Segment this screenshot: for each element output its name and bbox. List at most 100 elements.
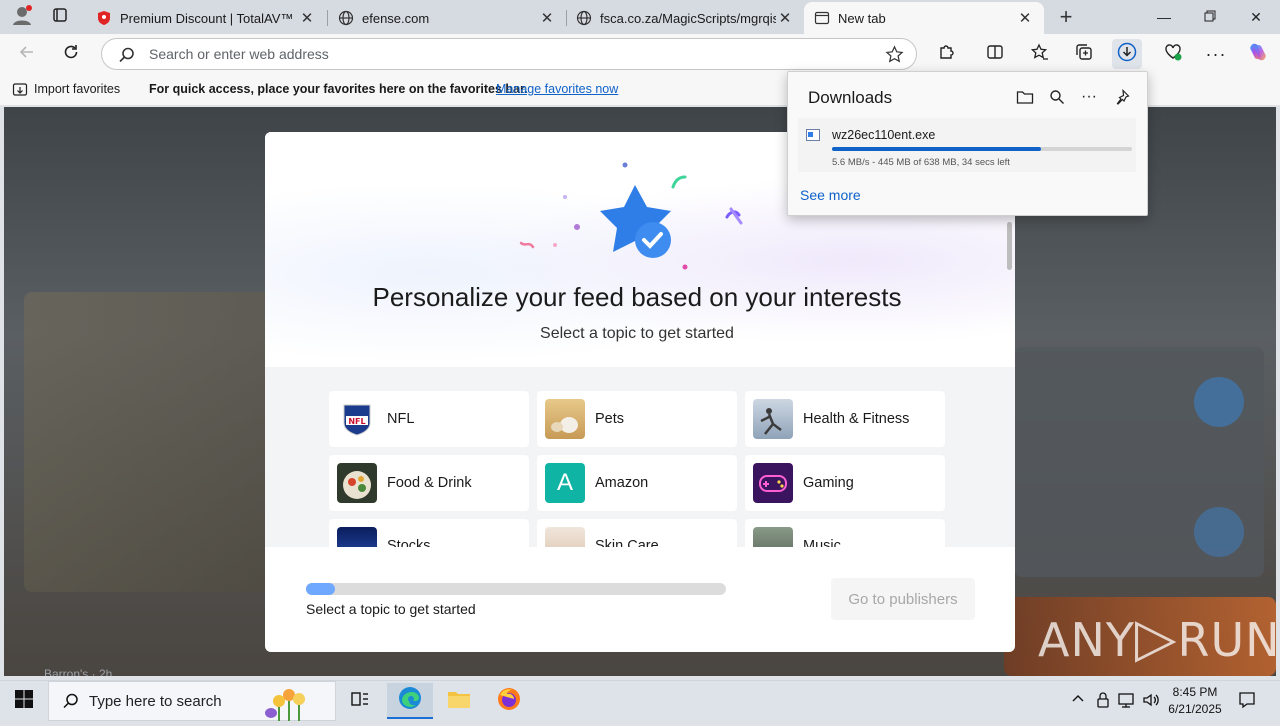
topic-pets[interactable]: Pets: [537, 391, 737, 447]
topic-label: Food & Drink: [387, 475, 472, 491]
puzzle-icon: [938, 43, 956, 66]
close-tab-icon[interactable]: ✕: [298, 9, 316, 27]
tab-fsca[interactable]: fsca.co.za/MagicScripts/mgrqispi.d ✕: [566, 2, 804, 34]
topic-amazon[interactable]: A Amazon: [537, 455, 737, 511]
browser-essentials-button[interactable]: [1158, 39, 1188, 69]
topic-health-fitness[interactable]: Health & Fitness: [745, 391, 945, 447]
close-tab-icon[interactable]: ✕: [776, 9, 794, 27]
open-folder-icon[interactable]: [1013, 86, 1037, 108]
tab-new-tab[interactable]: New tab ✕: [804, 2, 1044, 34]
search-icon: [62, 692, 80, 715]
tab-actions-icon: [52, 7, 68, 28]
selection-progress-bar: [306, 583, 726, 595]
profile-button[interactable]: [8, 4, 36, 30]
task-view-button[interactable]: [337, 683, 383, 719]
close-tab-icon[interactable]: ✕: [538, 9, 556, 27]
minimize-button[interactable]: —: [1141, 0, 1187, 34]
tab-totalav[interactable]: Premium Discount | TotalAV™ ✕: [86, 2, 326, 34]
favorites-button[interactable]: [1025, 39, 1055, 69]
plus-icon: +: [1059, 4, 1073, 29]
import-icon: [12, 82, 28, 101]
new-tab-page-icon: [814, 10, 830, 26]
taskbar-clock[interactable]: 8:45 PM 6/21/2025: [1166, 684, 1224, 718]
tab-title: efense.com: [362, 10, 430, 26]
ellipsis-icon: ···: [1205, 43, 1227, 64]
address-placeholder: Search or enter web address: [149, 46, 329, 62]
downloads-flyout: Downloads ··· wz26ec110ent.exe 5.6 MB/s …: [787, 71, 1148, 216]
start-button[interactable]: [1, 683, 47, 719]
tab-title: fsca.co.za/MagicScripts/mgrqispi.d: [600, 10, 776, 26]
back-button[interactable]: [12, 39, 42, 69]
close-tab-icon[interactable]: ✕: [1016, 9, 1034, 27]
vpn-icon[interactable]: [1095, 691, 1111, 714]
extensions-button[interactable]: [932, 39, 962, 69]
file-explorer-button[interactable]: [436, 683, 482, 719]
settings-more-button[interactable]: ···: [1201, 39, 1231, 69]
download-item[interactable]: wz26ec110ent.exe 5.6 MB/s - 445 MB of 63…: [798, 118, 1136, 172]
gaming-controller-icon: [753, 463, 793, 503]
tab-efense[interactable]: efense.com ✕: [328, 2, 566, 34]
copilot-button[interactable]: [1243, 39, 1273, 69]
download-progress-bar: [832, 147, 1132, 151]
new-tab-button[interactable]: +: [1054, 4, 1078, 30]
topic-nfl[interactable]: NFL NFL: [329, 391, 529, 447]
volume-icon[interactable]: [1142, 691, 1160, 714]
folder-icon: [447, 689, 471, 714]
close-window-button[interactable]: ✕: [1233, 0, 1279, 34]
download-progress-fill: [832, 147, 1042, 151]
restore-button[interactable]: [1187, 0, 1233, 34]
go-to-publishers-button[interactable]: Go to publishers: [831, 578, 975, 620]
topic-list: NFL NFL Pets Health & Fitness Food & Dri…: [329, 391, 949, 547]
topic-skin-care[interactable]: Skin Care: [537, 519, 737, 547]
more-options-icon[interactable]: ···: [1077, 86, 1101, 108]
import-favorites-link[interactable]: Import favorites: [34, 82, 120, 96]
downloads-button[interactable]: [1112, 39, 1142, 69]
task-view-icon: [351, 691, 369, 712]
watermark-logo: ANY▷RUN: [1038, 606, 1280, 669]
windows-taskbar: Type here to search 8:45 PM 6/21/2025: [0, 680, 1280, 721]
clock-date: 6/21/2025: [1168, 702, 1222, 716]
manage-favorites-link[interactable]: Manage favorites now: [496, 82, 618, 96]
firefox-icon: [496, 686, 522, 717]
skin-care-image: [545, 527, 585, 547]
browser-toolbar: Search or enter web address ···: [0, 34, 1280, 74]
music-image: [753, 527, 793, 547]
topic-label: Health & Fitness: [803, 411, 910, 427]
topic-label: Stocks: [387, 538, 431, 547]
shield-icon: [96, 10, 112, 26]
collections-button[interactable]: [1069, 39, 1099, 69]
notifications-icon[interactable]: [1238, 691, 1256, 714]
topic-stocks[interactable]: Stocks: [329, 519, 529, 547]
taskbar-search-box[interactable]: Type here to search: [48, 681, 336, 721]
pin-icon[interactable]: [1110, 86, 1134, 108]
see-more-link[interactable]: See more: [800, 187, 861, 203]
topic-food-drink[interactable]: Food & Drink: [329, 455, 529, 511]
pets-image: [545, 399, 585, 439]
selection-progress-label: Select a topic to get started: [306, 601, 476, 617]
chevron-up-icon[interactable]: [1071, 692, 1085, 711]
topic-music[interactable]: Music: [745, 519, 945, 547]
globe-icon: [338, 10, 354, 26]
background-icon: [1194, 377, 1244, 427]
background-icon: [1194, 507, 1244, 557]
search-downloads-icon[interactable]: [1045, 86, 1069, 108]
edge-taskbar-button[interactable]: [387, 683, 433, 719]
refresh-button[interactable]: [56, 39, 86, 69]
topic-label: Skin Care: [595, 538, 659, 547]
favorites-list-icon: [1030, 42, 1049, 66]
tab-actions-button[interactable]: [46, 6, 74, 28]
address-bar[interactable]: Search or enter web address: [101, 38, 917, 70]
network-icon[interactable]: [1117, 691, 1135, 714]
dialog-scrollbar[interactable]: [1007, 222, 1012, 270]
split-screen-icon: [986, 43, 1004, 66]
split-screen-button[interactable]: [980, 39, 1010, 69]
selection-progress-fill: [306, 583, 336, 595]
favorite-star-icon[interactable]: [885, 45, 904, 69]
topic-label: Music: [803, 538, 841, 547]
amazon-letter-icon: A: [545, 463, 585, 503]
firefox-button[interactable]: [486, 683, 532, 719]
topic-gaming[interactable]: Gaming: [745, 455, 945, 511]
download-filename: wz26ec110ent.exe: [832, 128, 936, 142]
dialog-subtitle: Select a topic to get started: [540, 325, 734, 342]
food-drink-image: [337, 463, 377, 503]
